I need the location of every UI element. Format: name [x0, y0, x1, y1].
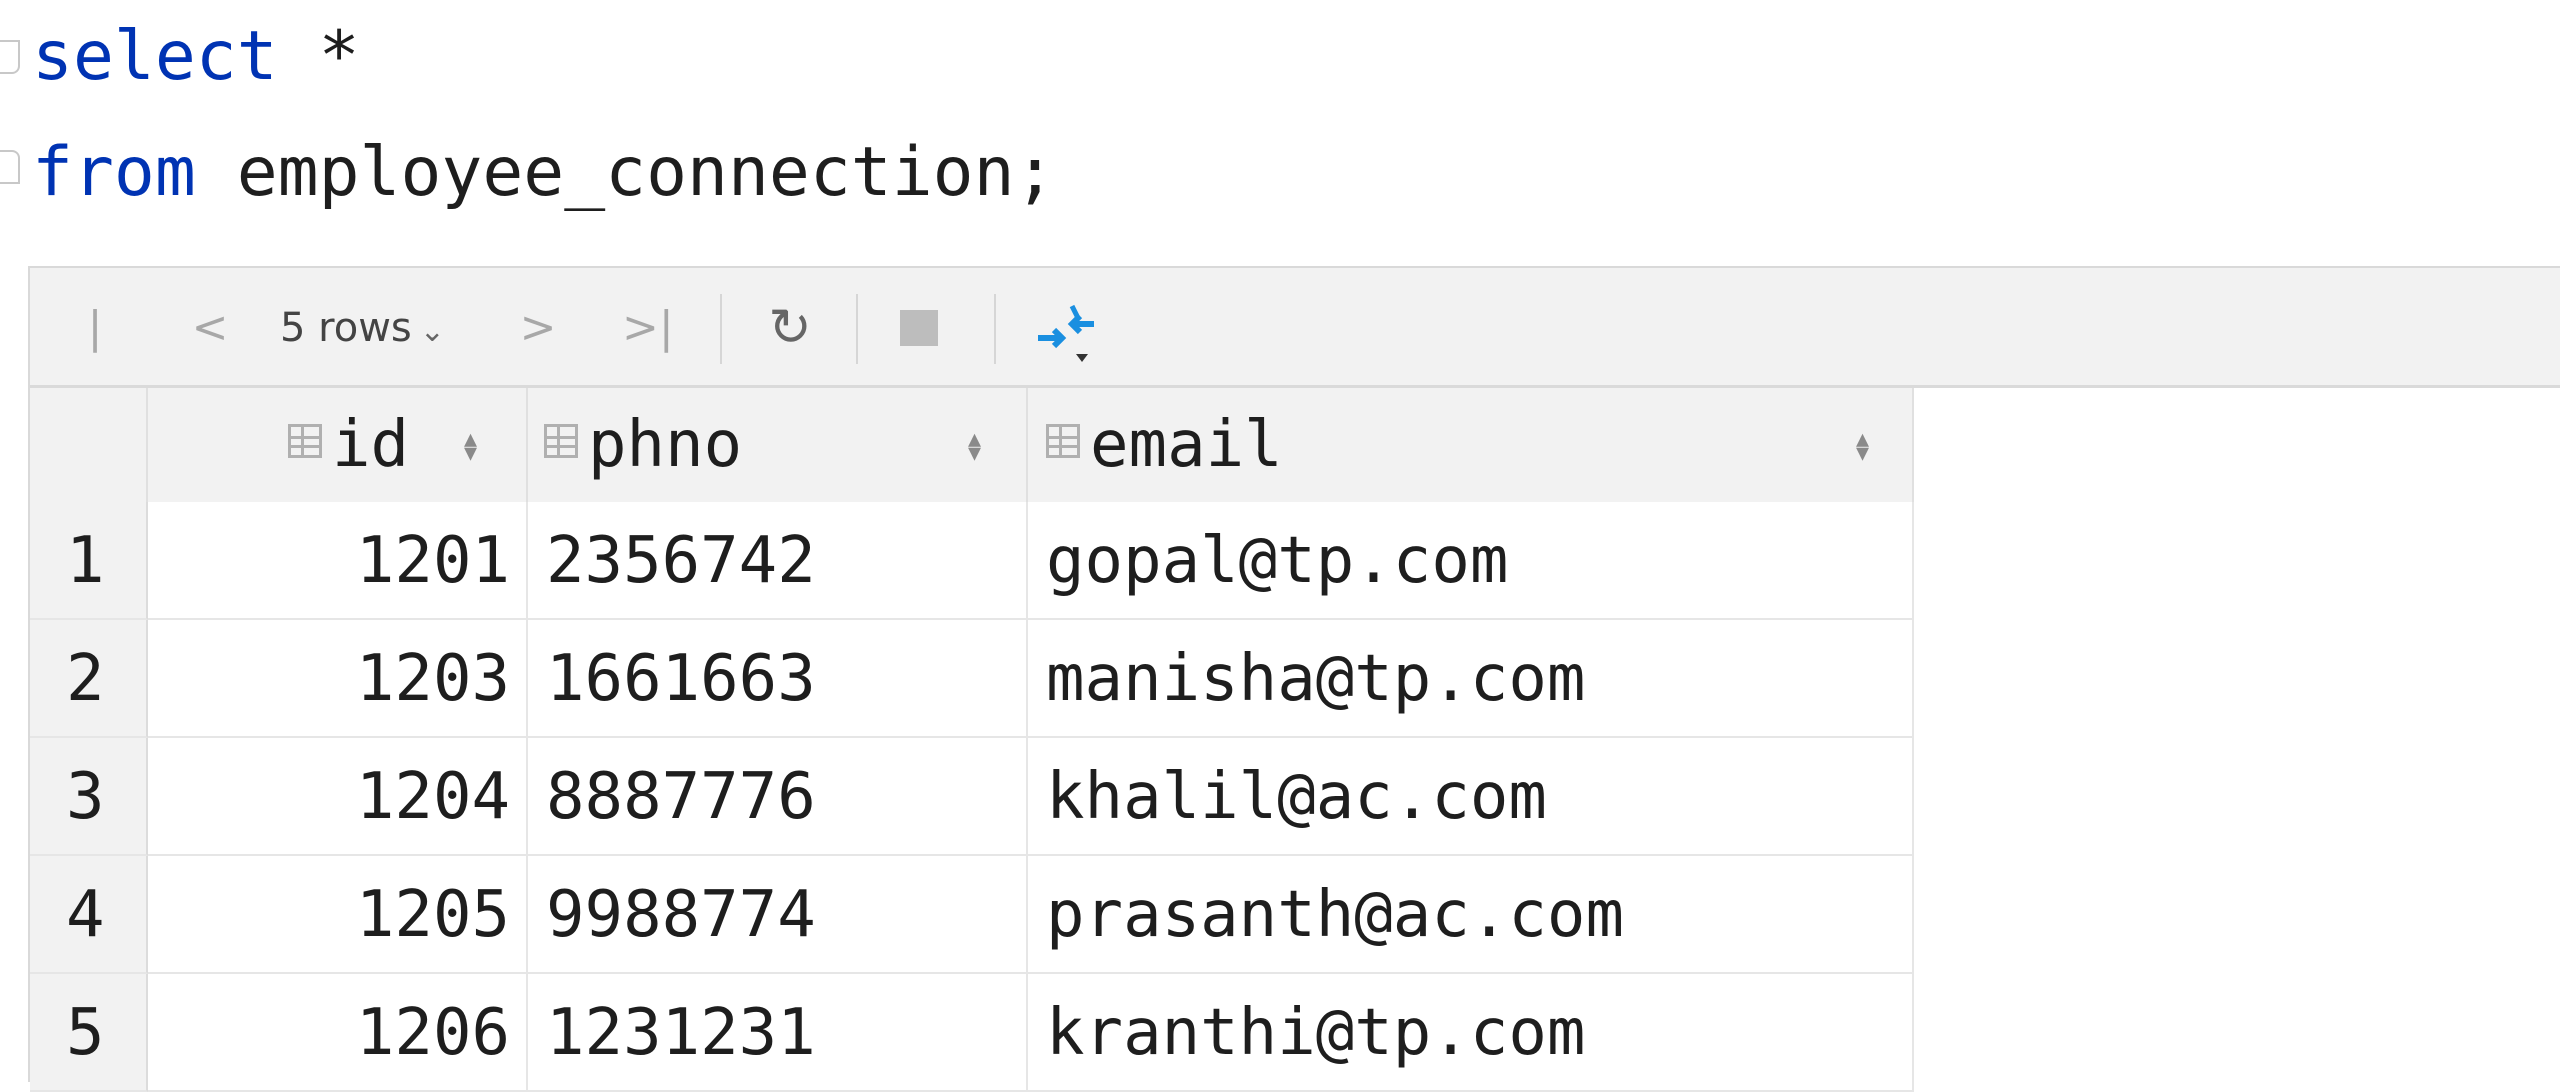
- column-label: id: [332, 408, 410, 482]
- sql-keyword: select: [32, 17, 278, 96]
- stop-icon[interactable]: [900, 310, 938, 346]
- cell-email[interactable]: gopal@tp.com: [1028, 502, 1914, 620]
- sort-icon[interactable]: ▴ ▾: [1856, 388, 1869, 502]
- row-count-dropdown[interactable]: 5 rows ⌄: [280, 268, 470, 388]
- cell-id[interactable]: 1205: [148, 856, 528, 974]
- column-label: phno: [588, 408, 743, 482]
- cell-email[interactable]: khalil@ac.com: [1028, 738, 1914, 856]
- cell-phno[interactable]: 9988774: [528, 856, 1028, 974]
- row-count-label: 5 rows: [280, 305, 412, 351]
- results-panel: |< < 5 rows⌄ > >| ↻ id ▴▾ phno ▴: [28, 266, 2560, 1092]
- row-number: 2: [30, 620, 148, 738]
- sql-keyword: from: [32, 133, 196, 212]
- sort-icon[interactable]: ▴ ▾: [464, 388, 477, 502]
- row-number: 5: [30, 974, 148, 1092]
- row-number: 4: [30, 856, 148, 974]
- column-icon: [288, 424, 322, 458]
- row-number-header: [30, 388, 148, 502]
- results-toolbar: |< < 5 rows⌄ > >| ↻: [30, 268, 2560, 473]
- cell-id[interactable]: 1204: [148, 738, 528, 856]
- table-row[interactable]: 5 1206 1231231 kranthi@tp.com: [30, 974, 1914, 1092]
- fold-end-icon[interactable]: [0, 150, 20, 184]
- sql-text: employee_connection;: [195, 133, 1056, 212]
- reload-icon[interactable]: ↻: [750, 268, 830, 388]
- code-line-1[interactable]: select *: [32, 2, 360, 112]
- column-header-email[interactable]: email ▴ ▾: [1028, 388, 1914, 502]
- column-icon: [1046, 424, 1080, 458]
- row-number: 1: [30, 502, 148, 620]
- chevron-down-icon: ⌄: [419, 314, 445, 349]
- sort-icon[interactable]: ▴ ▾: [968, 388, 981, 502]
- column-icon: [544, 424, 578, 458]
- toolbar-divider: [856, 294, 858, 364]
- cell-email[interactable]: kranthi@tp.com: [1028, 974, 1914, 1092]
- column-header-id[interactable]: id ▴ ▾: [148, 388, 528, 502]
- column-label: email: [1090, 408, 1283, 482]
- first-page-icon[interactable]: |<: [70, 268, 120, 473]
- cell-phno[interactable]: 2356742: [528, 502, 1028, 620]
- cell-phno[interactable]: 1231231: [528, 974, 1028, 1092]
- cell-phno[interactable]: 1661663: [528, 620, 1028, 738]
- toolbar-divider: [720, 294, 722, 364]
- cell-id[interactable]: 1201: [148, 502, 528, 620]
- sql-editor[interactable]: select * from employee_connection;: [0, 0, 2560, 240]
- cell-id[interactable]: 1206: [148, 974, 528, 1092]
- table-row[interactable]: 4 1205 9988774 prasanth@ac.com: [30, 856, 1914, 974]
- next-page-icon[interactable]: >: [518, 268, 558, 388]
- table-row[interactable]: 1 1201 2356742 gopal@tp.com: [30, 502, 1914, 620]
- table-row[interactable]: 3 1204 8887776 khalil@ac.com: [30, 738, 1914, 856]
- toolbar-divider: [994, 294, 996, 364]
- cell-email[interactable]: manisha@tp.com: [1028, 620, 1914, 738]
- column-header-phno[interactable]: phno ▴ ▾: [528, 388, 1028, 502]
- cell-phno[interactable]: 8887776: [528, 738, 1028, 856]
- cell-id[interactable]: 1203: [148, 620, 528, 738]
- row-number: 3: [30, 738, 148, 856]
- compare-icon[interactable]: [1032, 298, 1102, 368]
- table-row[interactable]: 2 1203 1661663 manisha@tp.com: [30, 620, 1914, 738]
- cell-email[interactable]: prasanth@ac.com: [1028, 856, 1914, 974]
- fold-start-icon[interactable]: [0, 40, 20, 74]
- code-line-2[interactable]: from employee_connection;: [32, 118, 1056, 228]
- last-page-icon[interactable]: >|: [622, 268, 674, 388]
- sql-text: *: [277, 17, 360, 96]
- prev-page-icon[interactable]: <: [190, 268, 230, 388]
